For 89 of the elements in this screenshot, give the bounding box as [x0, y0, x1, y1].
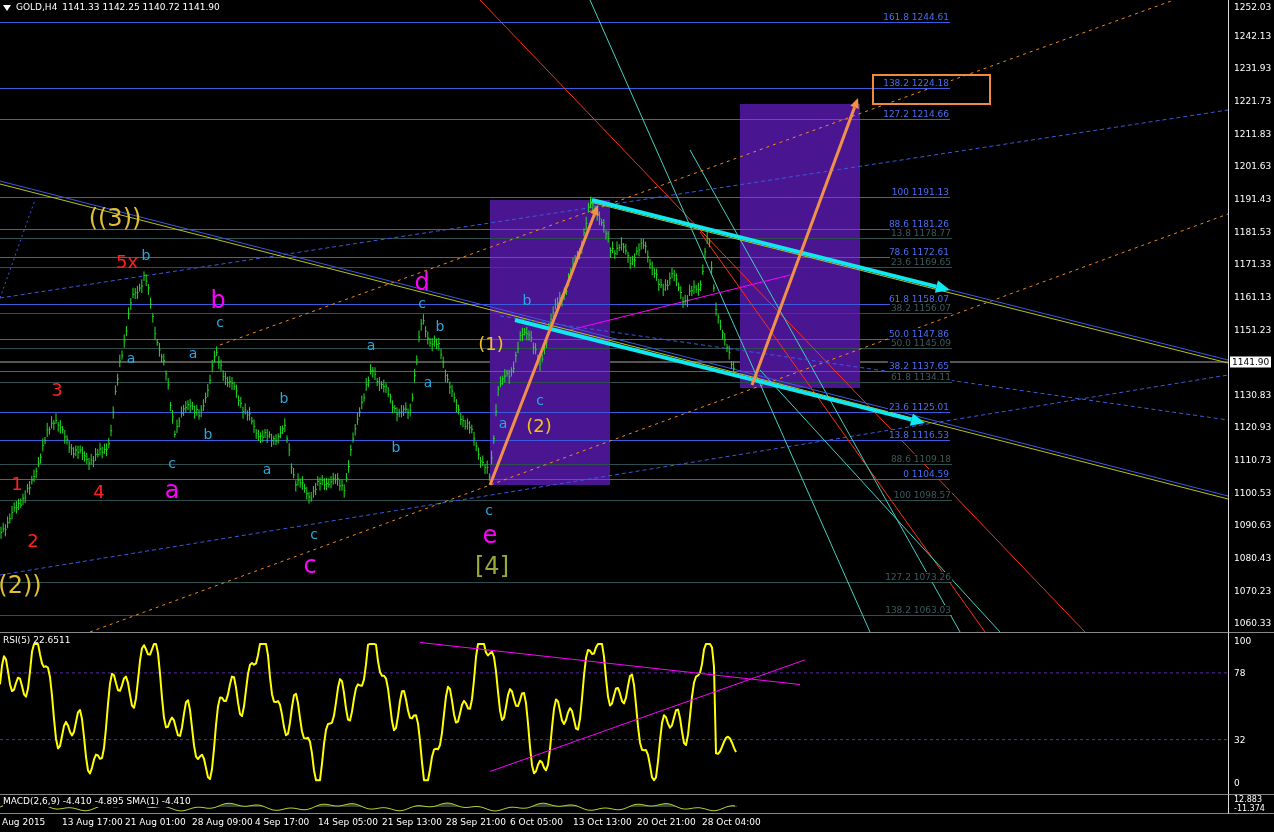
time-label: 20 Oct 21:00 [637, 817, 696, 828]
wave-label: c [303, 553, 317, 577]
fibonacci-level-label: 100 1098.57 [892, 490, 952, 500]
fibonacci-level-label: 13.8 1178.77 [889, 228, 952, 238]
wave-label: (2)) [0, 573, 42, 597]
time-label: 28 Aug 09:00 [192, 817, 253, 828]
fibonacci-level-label: 13.8 1116.53 [887, 430, 950, 440]
price-tick-label: 1171.33 [1234, 259, 1272, 270]
rsi-tick-label: 100 [1234, 636, 1252, 646]
time-label: 13 Aug 17:00 [62, 817, 123, 828]
wave-label: b [522, 293, 532, 307]
current-price-label: 1141.90 [1230, 356, 1272, 368]
wave-label: (1) [478, 335, 504, 353]
price-tick-label: 1161.13 [1234, 291, 1272, 302]
price-tick-label: 1231.93 [1234, 63, 1272, 74]
price-tick-label: 1221.73 [1234, 95, 1272, 106]
price-quotes: 1141.33 1142.25 1140.72 1141.90 [62, 2, 220, 13]
price-tick-label: 1120.93 [1234, 422, 1272, 433]
wave-label: c [485, 503, 493, 517]
price-tick-label: 1130.83 [1234, 389, 1272, 400]
fibonacci-level-label: 50.0 1145.09 [889, 338, 952, 348]
price-tick-label: 1201.63 [1234, 161, 1272, 172]
time-label: 28 Oct 04:00 [702, 817, 761, 828]
fibonacci-level-label: 127.2 1073.26 [884, 572, 952, 582]
wave-label: c [216, 315, 224, 329]
fibonacci-level-label: 127.2 1214.66 [882, 109, 950, 119]
indicator-title: MACD(2,6,9) -4.410 -4.895 SMA(1) -4.410 [3, 796, 191, 807]
wave-label: a [498, 416, 508, 430]
fibonacci-level-label: 88.6 1109.18 [889, 454, 952, 464]
wave-label: a [126, 351, 136, 365]
fibonacci-level-label: 0 1104.59 [902, 469, 950, 479]
fibonacci-level-label: 100 1191.13 [890, 187, 950, 197]
price-tick-label: 1090.63 [1234, 520, 1272, 531]
wave-label: 3 [51, 381, 63, 399]
price-tick-label: 1211.83 [1234, 128, 1272, 139]
wave-label: e [482, 523, 498, 547]
wave-label: b [391, 440, 401, 454]
fibonacci-level-label: 61.8 1134.11 [889, 372, 952, 382]
price-tick-label: 1060.33 [1234, 618, 1272, 629]
wave-label: b [279, 391, 289, 405]
wave-label: (2) [526, 417, 552, 435]
price-tick-label: 1151.23 [1234, 324, 1272, 335]
time-label: 21 Sep 13:00 [382, 817, 443, 828]
time-label: 4 Sep 17:00 [255, 817, 310, 828]
time-label: Aug 2015 [2, 817, 46, 828]
dropdown-triangle-icon[interactable] [3, 4, 11, 11]
fibonacci-level-label: 23.6 1125.01 [887, 402, 950, 412]
price-tick-label: 1242.13 [1234, 30, 1272, 41]
wave-label: a [188, 346, 198, 360]
wave-label: 2 [27, 532, 39, 550]
wave-label: ((3)) [88, 206, 142, 230]
rsi-tick-label: 32 [1234, 734, 1246, 745]
wave-label: c [310, 527, 318, 541]
wave-label: b [435, 319, 445, 333]
wave-label: a [423, 375, 433, 389]
fibonacci-level-label: 38.2 1156.07 [889, 303, 952, 313]
price-tick-label: 1080.43 [1234, 553, 1272, 564]
wave-label: b [203, 427, 213, 441]
time-label: 13 Oct 13:00 [573, 817, 632, 828]
wave-label: d [414, 270, 430, 294]
rsi-tick-label: 78 [1234, 667, 1246, 678]
macd-tick-label: -11.374 [1234, 805, 1265, 813]
time-label: 21 Aug 01:00 [125, 817, 186, 828]
fibonacci-level-label: 138.2 1063.03 [884, 605, 952, 615]
price-tick-label: 1252.03 [1234, 2, 1272, 12]
price-tick-label: 1181.53 [1234, 226, 1272, 237]
time-label: 14 Sep 05:00 [318, 817, 379, 828]
wave-label: a [366, 338, 376, 352]
fibonacci-level-label: 161.8 1244.61 [882, 12, 950, 22]
price-tick-label: 1100.53 [1234, 487, 1272, 498]
fibonacci-level-label: 23.6 1169.65 [889, 257, 952, 267]
indicator-title: RSI(5) 22.6511 [3, 635, 71, 646]
price-tick-label: 1070.23 [1234, 585, 1272, 596]
fibonacci-level-label: 78.6 1172.61 [887, 247, 950, 257]
price-tick-label: 1110.73 [1234, 455, 1272, 466]
wave-label: [4] [475, 554, 509, 578]
wave-label: 4 [93, 483, 105, 501]
rsi-tick-label: 0 [1234, 778, 1240, 788]
wave-label: a [164, 478, 180, 502]
time-label: 6 Oct 05:00 [510, 817, 563, 828]
wave-label: c [536, 393, 544, 407]
symbol-label: GOLD,H4 [16, 2, 58, 13]
fibonacci-level-label: 38.2 1137.65 [887, 361, 950, 371]
wave-label: a [262, 462, 272, 476]
price-tick-label: 1191.43 [1234, 193, 1272, 204]
time-label: 28 Sep 21:00 [446, 817, 507, 828]
macd-tick-label: 12.883 [1234, 796, 1262, 804]
wave-label: c [168, 456, 176, 470]
fibonacci-level-label: 138.2 1224.18 [882, 78, 950, 88]
